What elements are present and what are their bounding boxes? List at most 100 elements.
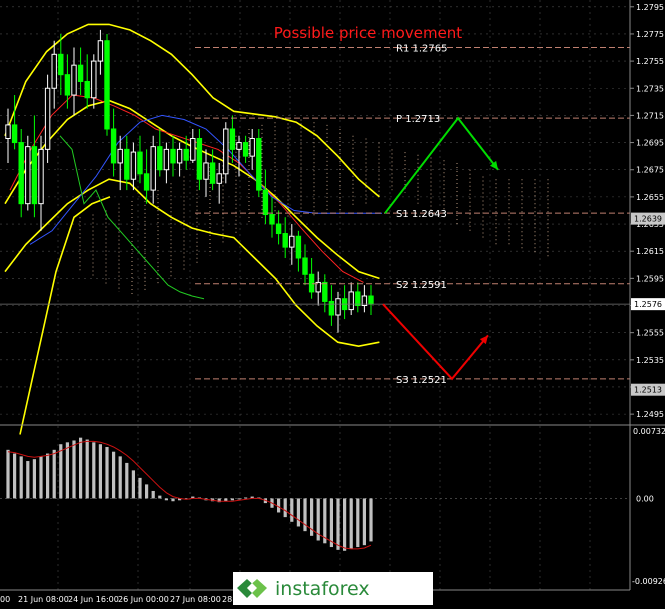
price-chart: R1 1.2765 P 1.2713 S1 1.2643 S2 1.2591 S3 1.… xyxy=(0,0,665,605)
candle-body xyxy=(209,162,216,184)
candle-body xyxy=(38,148,44,205)
candle-body xyxy=(58,53,64,76)
candle-body xyxy=(137,151,143,175)
price-marker-label: 1.2576 xyxy=(634,300,662,309)
level-label-p: P 1.2713 xyxy=(396,114,440,125)
candle-body xyxy=(150,146,156,191)
macd-bar xyxy=(356,498,360,548)
price-marker-label: 1.2513 xyxy=(634,386,662,395)
macd-bar xyxy=(72,440,76,499)
logo-graphic: instaforex xyxy=(233,572,433,605)
candle-body xyxy=(229,128,236,150)
time-label: 00 xyxy=(0,595,10,604)
candle-body xyxy=(223,128,229,175)
candle-body xyxy=(84,80,90,99)
candle-body xyxy=(308,273,315,293)
candle-body xyxy=(262,189,269,216)
candle-body xyxy=(289,235,295,248)
candle-body xyxy=(91,60,97,99)
macd-bar xyxy=(283,498,287,518)
macd-bar xyxy=(46,453,50,499)
candle-body xyxy=(18,142,24,205)
chart-window: R1 1.2765 P 1.2713 S1 1.2643 S2 1.2591 S3 1.… xyxy=(0,0,665,605)
macd-bar xyxy=(105,447,109,499)
candle-body xyxy=(71,64,77,96)
macd-bar xyxy=(329,498,333,548)
price-tick-label: 1.2535 xyxy=(636,356,664,365)
candle-body xyxy=(322,281,328,302)
macd-bar xyxy=(6,449,10,499)
macd-bar xyxy=(151,490,155,499)
time-label: 27 Jun 08:00 xyxy=(170,595,221,604)
price-tick-label: 1.2615 xyxy=(636,247,664,256)
price-tick-label: 1.2755 xyxy=(636,57,664,66)
candle-body xyxy=(236,142,242,150)
candle-body xyxy=(355,291,361,307)
candle-body xyxy=(104,40,110,130)
candle-body xyxy=(130,151,137,180)
macd-tick-bottom: -0.00926 xyxy=(632,577,665,586)
candle-body xyxy=(77,64,84,82)
macd-bar xyxy=(92,442,96,499)
macd-bar xyxy=(343,498,347,551)
macd-bar xyxy=(244,497,248,499)
macd-bar xyxy=(145,484,149,499)
macd-bar xyxy=(125,462,129,499)
macd-tick-top: 0.00732 xyxy=(633,427,665,436)
macd-bar xyxy=(39,456,43,499)
price-tick-label: 1.2675 xyxy=(636,166,664,175)
price-marker-label: 1.2639 xyxy=(634,215,662,224)
candle-body xyxy=(190,137,196,161)
macd-bar xyxy=(349,498,353,549)
candle-body xyxy=(31,146,38,205)
level-label-s1: S1 1.2643 xyxy=(396,209,447,220)
candle-body xyxy=(249,137,255,157)
candle-body xyxy=(110,128,117,164)
candle-body xyxy=(143,173,150,191)
macd-tick-zero: 0.00 xyxy=(636,494,654,503)
macd-bar xyxy=(52,449,56,499)
candle-body xyxy=(275,223,282,235)
macd-bar xyxy=(290,498,294,522)
macd-bar xyxy=(32,459,36,499)
macd-bar xyxy=(138,477,142,499)
candle-body xyxy=(170,148,176,164)
candle-body xyxy=(11,124,18,144)
macd-bar xyxy=(158,495,162,499)
price-tick-label: 1.2715 xyxy=(636,111,664,120)
macd-bar xyxy=(362,498,366,546)
candle-body xyxy=(157,146,163,171)
macd-bar xyxy=(296,498,300,527)
candle-body xyxy=(242,142,249,157)
macd-bar xyxy=(26,461,30,499)
price-tick-label: 1.2735 xyxy=(636,84,664,93)
macd-bar xyxy=(65,442,69,499)
macd-bar xyxy=(13,453,17,499)
macd-bar xyxy=(59,444,63,499)
macd-bar xyxy=(230,498,234,501)
price-tick-label: 1.2795 xyxy=(636,3,664,12)
candle-body xyxy=(302,257,308,275)
macd-bar xyxy=(336,498,340,550)
macd-bar xyxy=(118,456,122,499)
candle-body xyxy=(163,148,170,171)
level-label-s2: S2 1.2591 xyxy=(396,280,447,291)
candle-body xyxy=(216,173,222,184)
price-tick-label: 1.2495 xyxy=(636,410,664,419)
price-tick-label: 1.2775 xyxy=(636,30,664,39)
candle-body xyxy=(64,74,71,96)
macd-bar xyxy=(237,498,241,500)
candle-body xyxy=(368,295,374,305)
price-tick-label: 1.2655 xyxy=(636,193,664,202)
macd-bar xyxy=(303,498,307,532)
candle-body xyxy=(51,53,57,89)
macd-bar xyxy=(369,498,373,542)
candle-body xyxy=(117,148,123,164)
candle-body xyxy=(44,87,51,150)
level-label-s3: S3 1.2521 xyxy=(396,375,447,386)
macd-bar xyxy=(79,437,83,499)
candle-body xyxy=(97,40,104,62)
price-tick-label: 1.2695 xyxy=(636,139,664,148)
candle-body xyxy=(183,148,189,161)
logo-text: instaforex xyxy=(275,578,370,600)
